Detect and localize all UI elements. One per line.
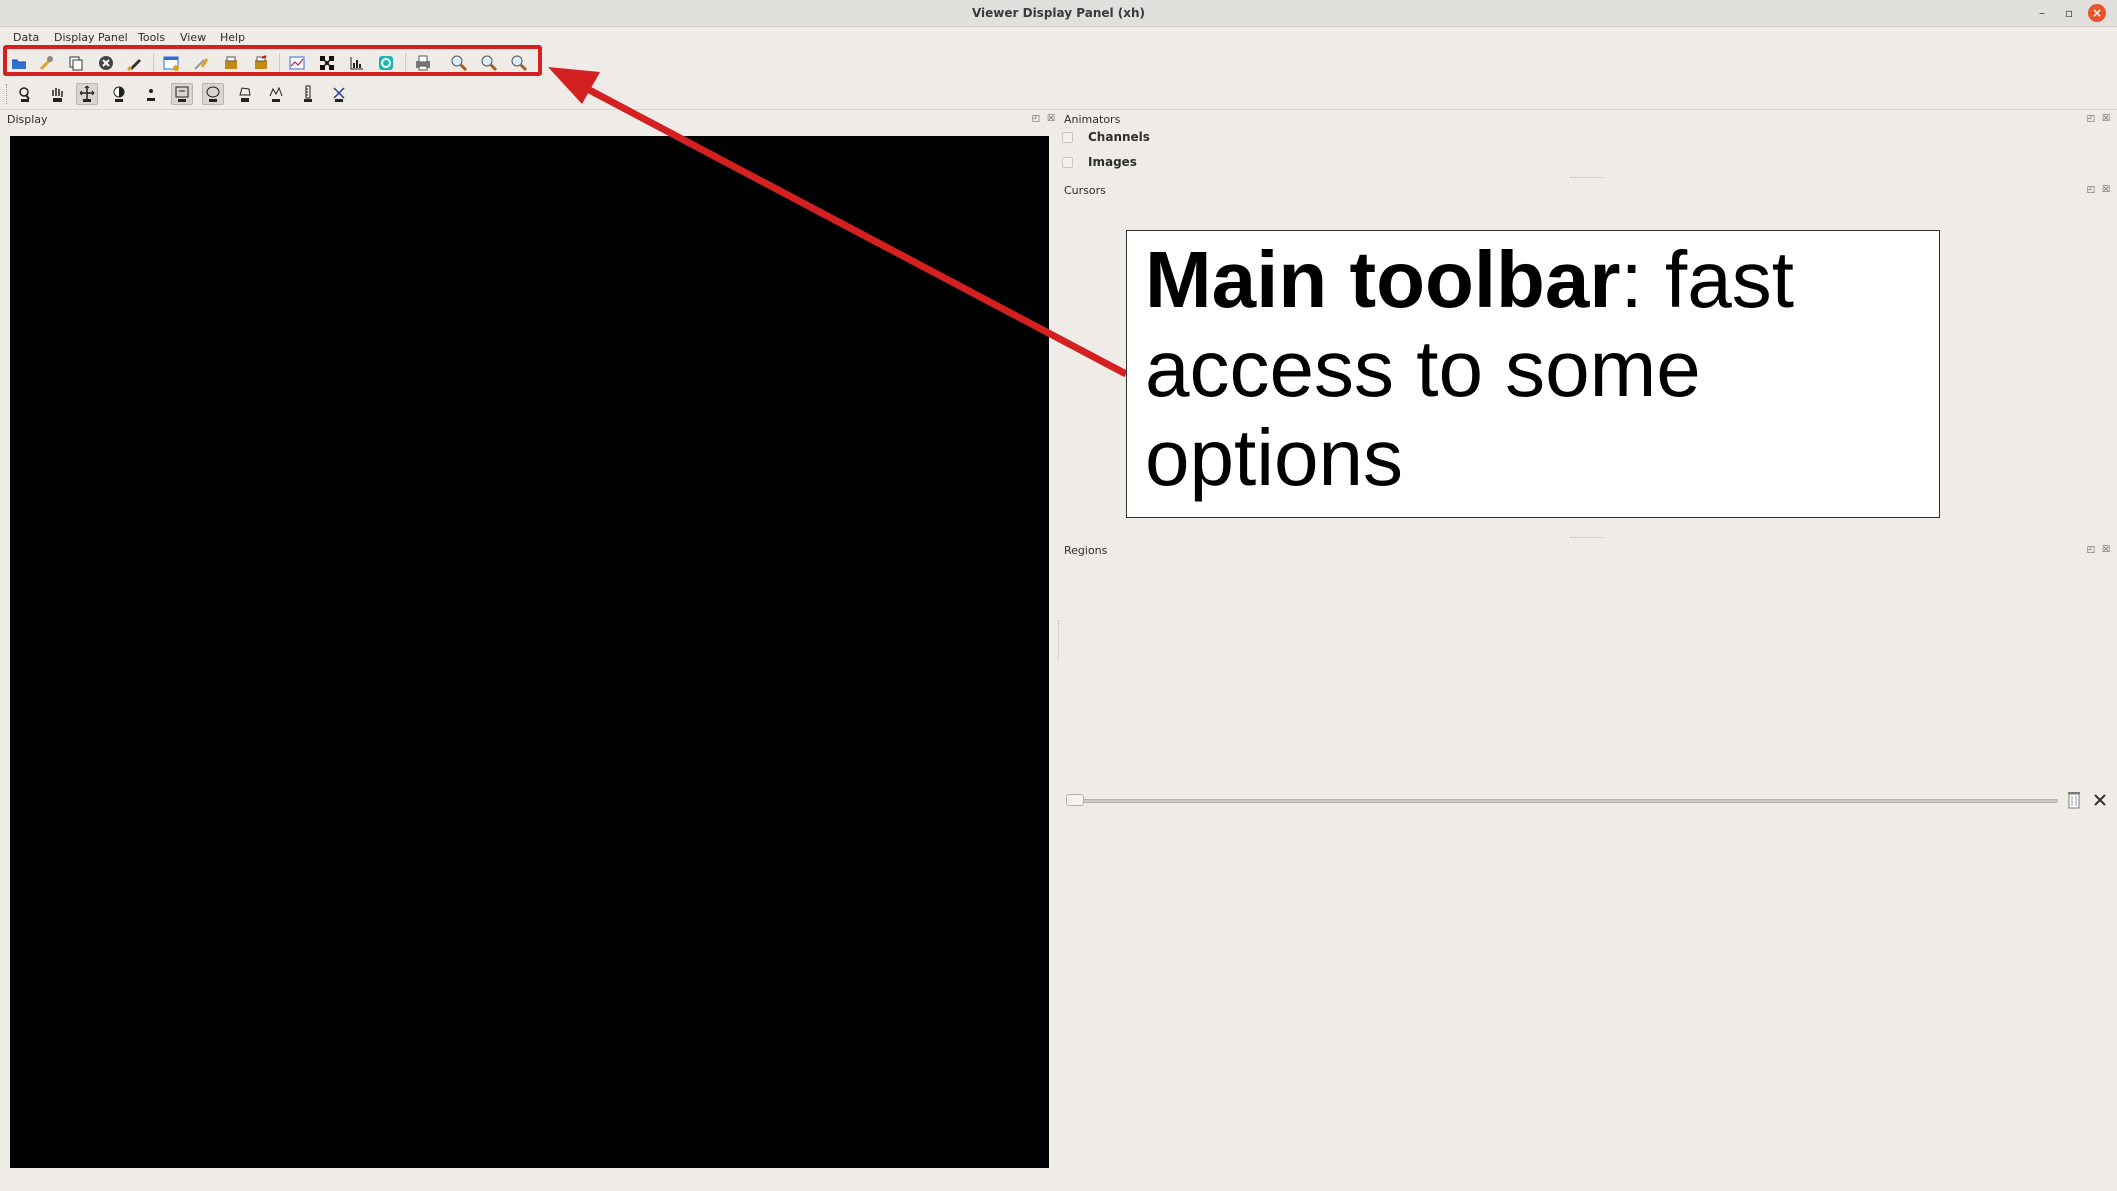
animators-panel-header: Animators ◰ ☒	[1062, 111, 2112, 128]
regions-panel-title: Regions	[1064, 544, 1108, 557]
dock-buttons[interactable]: ◰ ☒	[2087, 114, 2112, 124]
dock-buttons[interactable]: ◰ ☒	[2087, 185, 2112, 195]
animator-row-images[interactable]: Images	[1062, 154, 1262, 174]
maximize-button[interactable]: ▫	[2060, 4, 2078, 22]
display-panel-title: Display	[7, 113, 48, 126]
callout-bold-text: Main toolbar	[1145, 235, 1621, 324]
ellipse-region-icon[interactable]	[202, 83, 224, 105]
delete-x-icon[interactable]	[2089, 789, 2111, 811]
splitter-handle[interactable]	[1570, 177, 1604, 179]
menu-bar: Data Display Panel Tools View Help	[0, 28, 2117, 46]
minimize-button[interactable]: –	[2033, 4, 2051, 22]
dock-buttons[interactable]: ◰ ☒	[2087, 545, 2112, 555]
display-panel-header: Display ◰ ☒	[5, 111, 1057, 128]
zoom-tool-icon[interactable]	[14, 83, 36, 105]
title-bar: Viewer Display Panel (xh) – ▫ ×	[0, 0, 2117, 27]
close-button[interactable]: ×	[2088, 4, 2106, 22]
images-checkbox[interactable]	[1062, 157, 1073, 168]
polygon-region-icon[interactable]	[234, 83, 256, 105]
pan-tool-icon[interactable]	[46, 83, 68, 105]
window-title: Viewer Display Panel (xh)	[971, 6, 1146, 20]
cursors-panel-header: Cursors ◰ ☒	[1062, 182, 2112, 199]
channels-label: Channels	[1088, 130, 1150, 144]
dock-buttons[interactable]: ◰ ☒	[1032, 114, 1057, 124]
cursors-panel-title: Cursors	[1064, 184, 1106, 197]
animators-panel-title: Animators	[1064, 113, 1121, 126]
crosshair-tool-icon[interactable]	[76, 83, 98, 105]
rectangle-region-icon[interactable]	[171, 83, 193, 105]
menu-display-panel[interactable]: Display Panel	[54, 31, 128, 44]
animator-row-channels[interactable]: Channels	[1062, 129, 1262, 149]
region-slider-handle[interactable]	[1066, 794, 1084, 806]
polyline-tool-icon[interactable]	[265, 83, 287, 105]
main-toolbar-highlight	[3, 45, 542, 76]
menu-data[interactable]: Data	[13, 31, 39, 44]
region-slider-track[interactable]	[1068, 799, 2058, 803]
menu-tools[interactable]: Tools	[138, 31, 165, 44]
distance-tool-icon[interactable]	[328, 83, 350, 105]
menu-view[interactable]: View	[180, 31, 206, 44]
channels-checkbox[interactable]	[1062, 132, 1073, 143]
contrast-tool-icon[interactable]	[108, 83, 130, 105]
trash-icon[interactable]	[2063, 789, 2085, 811]
mouse-tools-toolbar	[0, 78, 2117, 110]
ruler-tool-icon[interactable]	[297, 83, 319, 105]
vertical-splitter[interactable]	[1058, 620, 1060, 660]
display-canvas[interactable]	[10, 136, 1049, 1168]
point-tool-icon[interactable]	[140, 83, 162, 105]
annotation-callout: Main toolbar: fast access to some option…	[1126, 230, 1940, 518]
regions-panel-header: Regions ◰ ☒	[1062, 542, 2112, 559]
splitter-handle[interactable]	[1570, 537, 1604, 539]
images-label: Images	[1088, 155, 1137, 169]
menu-help[interactable]: Help	[220, 31, 245, 44]
toolbar-grip[interactable]	[6, 84, 8, 104]
